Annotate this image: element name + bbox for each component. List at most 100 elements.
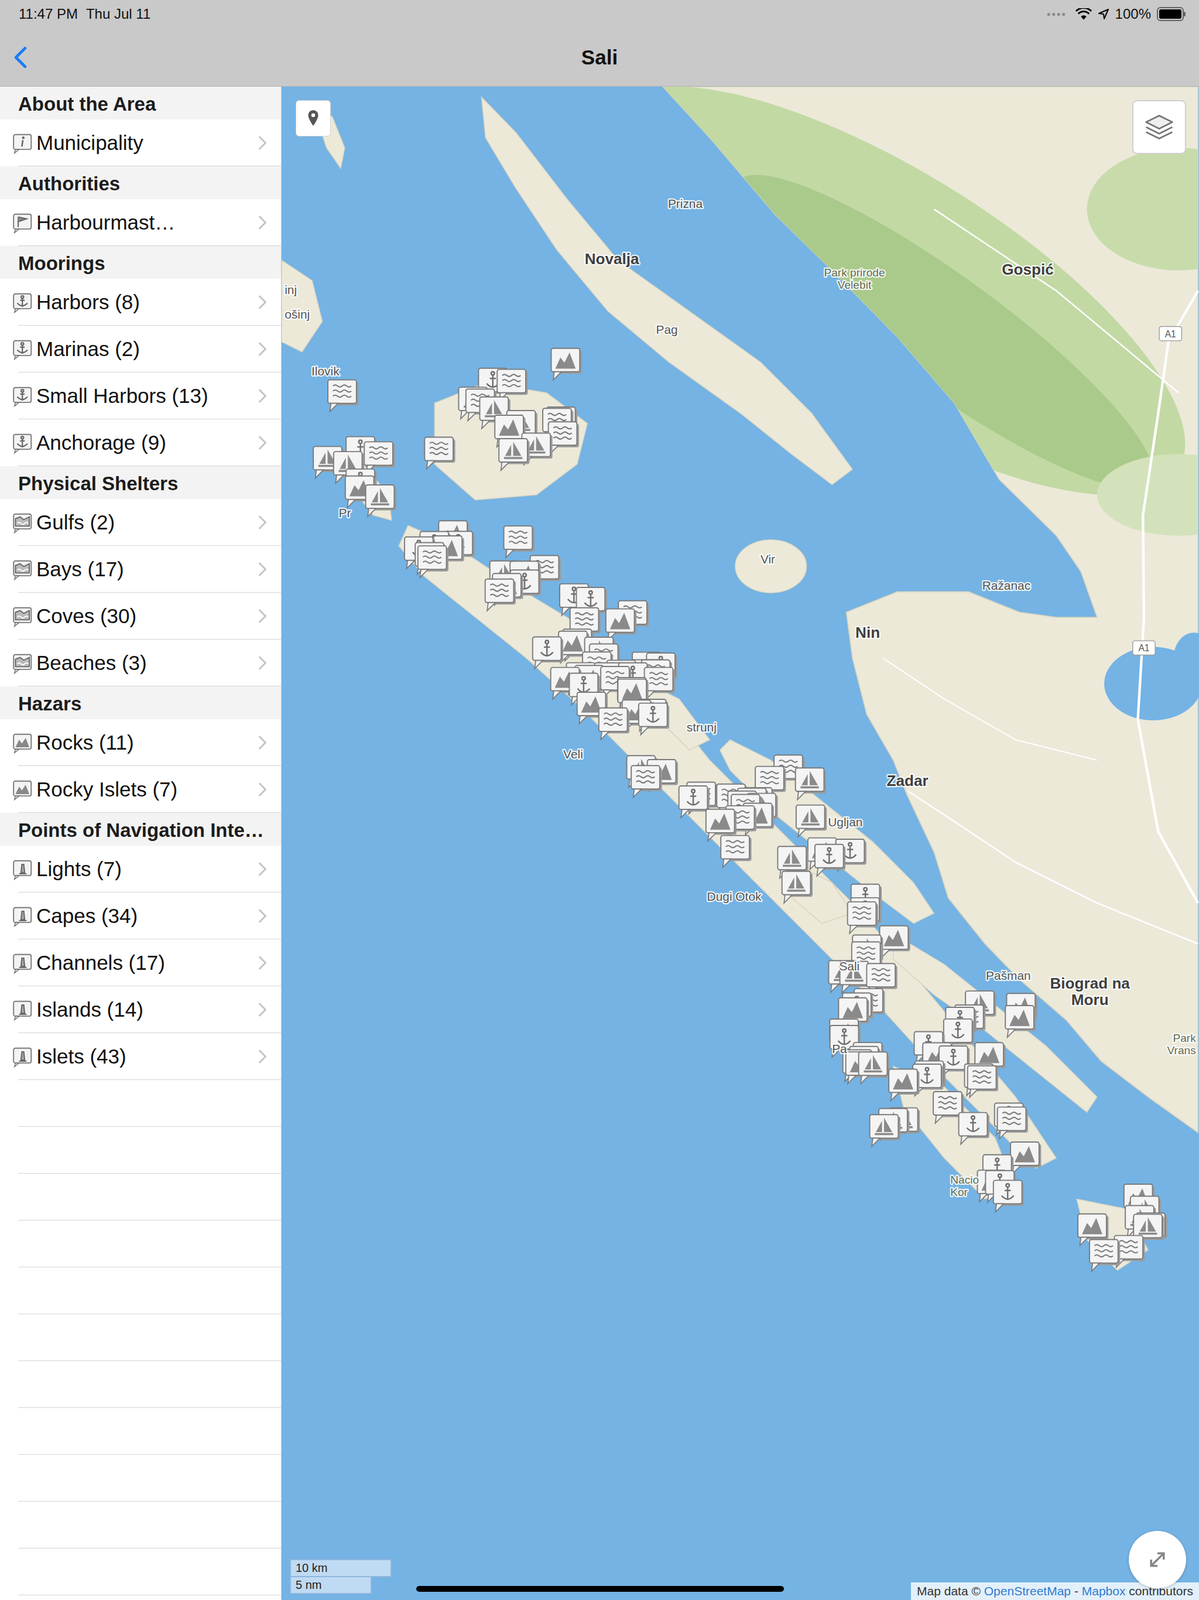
map-pin[interactable] xyxy=(644,667,676,700)
map-label: ParkVrans xyxy=(1166,1031,1197,1057)
map-label: Prizna xyxy=(667,196,704,211)
map-pin[interactable] xyxy=(498,438,530,471)
map-pin[interactable] xyxy=(485,579,516,611)
map-pin[interactable] xyxy=(869,1114,901,1146)
sidebar-item[interactable]: Marinas (2) xyxy=(0,325,282,373)
sidebar: About the AreaMunicipalityAuthoritiesHar… xyxy=(0,86,282,1600)
map-pin[interactable] xyxy=(532,636,564,669)
sidebar-item[interactable]: Harbourmast… xyxy=(0,199,282,246)
map-pin[interactable] xyxy=(598,707,630,740)
anchor-icon xyxy=(11,290,34,314)
sidebar-item[interactable]: Channels (17) xyxy=(0,939,282,986)
map[interactable]: A1A1PriznaNovaljaPark prirodeVelebitGosp… xyxy=(281,86,1199,1600)
map-label: Dugi Otok xyxy=(707,889,762,903)
sidebar-item[interactable]: Coves (30) xyxy=(0,592,282,640)
map-pin[interactable] xyxy=(551,348,582,380)
map-pin[interactable] xyxy=(958,1112,990,1144)
map-pin[interactable] xyxy=(847,901,879,934)
map-label: Veli xyxy=(563,747,584,761)
attribution-link[interactable]: Mapbox xyxy=(1081,1583,1126,1598)
map-pin[interactable] xyxy=(631,765,662,797)
map-label: Sali xyxy=(838,958,860,973)
sidebar-item[interactable]: Municipality xyxy=(0,119,282,167)
sidebar-item-label: Small Harbors (13) xyxy=(36,384,256,408)
map-pin[interactable] xyxy=(418,545,449,578)
empty-row xyxy=(0,1079,282,1127)
main-body: About the AreaMunicipalityAuthoritiesHar… xyxy=(0,86,1199,1600)
sidebar-item[interactable]: Rocks (11) xyxy=(0,718,282,766)
layers-button[interactable] xyxy=(1132,100,1187,154)
map-pin[interactable] xyxy=(327,379,359,412)
map-pin[interactable] xyxy=(497,369,528,402)
sidebar-item-label: Islands (14) xyxy=(36,997,256,1022)
empty-row xyxy=(0,1126,282,1174)
back-button[interactable] xyxy=(0,46,71,69)
map-pin[interactable] xyxy=(993,1179,1024,1212)
map-pin[interactable] xyxy=(504,525,535,558)
info-icon xyxy=(11,131,34,154)
map-pin[interactable] xyxy=(424,437,455,469)
empty-row xyxy=(0,1407,282,1455)
map-label: NacioKor xyxy=(950,1173,979,1198)
map-pin[interactable] xyxy=(720,835,752,868)
map-pin[interactable] xyxy=(796,804,827,837)
sidebar-item[interactable]: Bays (17) xyxy=(0,545,282,593)
map-pin[interactable] xyxy=(548,421,580,454)
map-pin[interactable] xyxy=(879,925,911,958)
map-pin[interactable] xyxy=(858,1051,890,1084)
sidebar-item[interactable]: Capes (34) xyxy=(0,892,282,940)
map-canvas[interactable]: A1A1PriznaNovaljaPark prirodeVelebitGosp… xyxy=(281,86,1199,1600)
locate-button[interactable] xyxy=(295,100,331,137)
status-right: 100% xyxy=(1046,5,1187,23)
map-label: Biograd naMoru xyxy=(1050,974,1131,1009)
map-pin[interactable] xyxy=(782,871,813,903)
islands xyxy=(281,96,1149,1270)
map-pin[interactable] xyxy=(638,703,670,735)
map-label: Nin xyxy=(855,623,880,642)
map-label: Pa xyxy=(831,1041,848,1055)
sidebar-item[interactable]: Rocky Islets (7) xyxy=(0,765,282,813)
attribution-link[interactable]: OpenStreetMap xyxy=(984,1583,1071,1598)
map-pin[interactable] xyxy=(679,785,710,818)
expand-button[interactable] xyxy=(1128,1530,1187,1588)
map-pin[interactable] xyxy=(795,767,827,800)
back-chevron-icon xyxy=(14,46,27,69)
map-pin[interactable] xyxy=(365,484,397,517)
sidebar-item-label: Rocks (11) xyxy=(36,730,256,755)
chevron-right-icon xyxy=(258,608,267,624)
map-pin[interactable] xyxy=(605,608,637,641)
map-pin[interactable] xyxy=(888,1068,920,1101)
empty-row xyxy=(0,1360,282,1408)
sidebar-item[interactable]: Lights (7) xyxy=(0,845,282,893)
map-pin[interactable] xyxy=(967,1065,999,1098)
navigation-bar: Sali xyxy=(0,28,1199,87)
map-pin[interactable] xyxy=(1005,1005,1036,1037)
bay-icon xyxy=(11,604,34,628)
sidebar-item[interactable]: Islands (14) xyxy=(0,985,282,1033)
status-date: Thu Jul 11 xyxy=(86,5,151,23)
sidebar-item[interactable]: Beaches (3) xyxy=(0,639,282,687)
layers-icon xyxy=(1142,110,1176,144)
empty-row xyxy=(0,1501,282,1548)
chevron-right-icon xyxy=(258,781,267,797)
empty-row xyxy=(0,1220,282,1267)
nav-title: Sali xyxy=(70,45,1129,70)
sidebar-item[interactable]: Gulfs (2) xyxy=(0,498,282,546)
sidebar-item[interactable]: Islets (43) xyxy=(0,1032,282,1080)
sidebar-item-label: Harbors (8) xyxy=(36,290,256,314)
map-pin[interactable] xyxy=(1089,1239,1120,1272)
map-pin[interactable] xyxy=(814,844,846,876)
map-pin[interactable] xyxy=(997,1106,1029,1139)
scale-km: 10 km xyxy=(289,1558,392,1577)
map-pin[interactable] xyxy=(1010,1141,1041,1174)
map-label: strunj xyxy=(686,720,717,734)
section-header: Hazars xyxy=(0,686,282,719)
sidebar-item[interactable]: Anchorage (9) xyxy=(0,419,282,467)
map-marker-icon xyxy=(306,109,320,128)
battery-icon xyxy=(1156,7,1187,22)
svg-text:A1: A1 xyxy=(1138,642,1150,653)
sidebar-item[interactable]: Harbors (8) xyxy=(0,278,282,326)
bay-icon xyxy=(11,651,34,674)
map-label: Gospić xyxy=(1001,260,1054,279)
sidebar-item[interactable]: Small Harbors (13) xyxy=(0,372,282,420)
